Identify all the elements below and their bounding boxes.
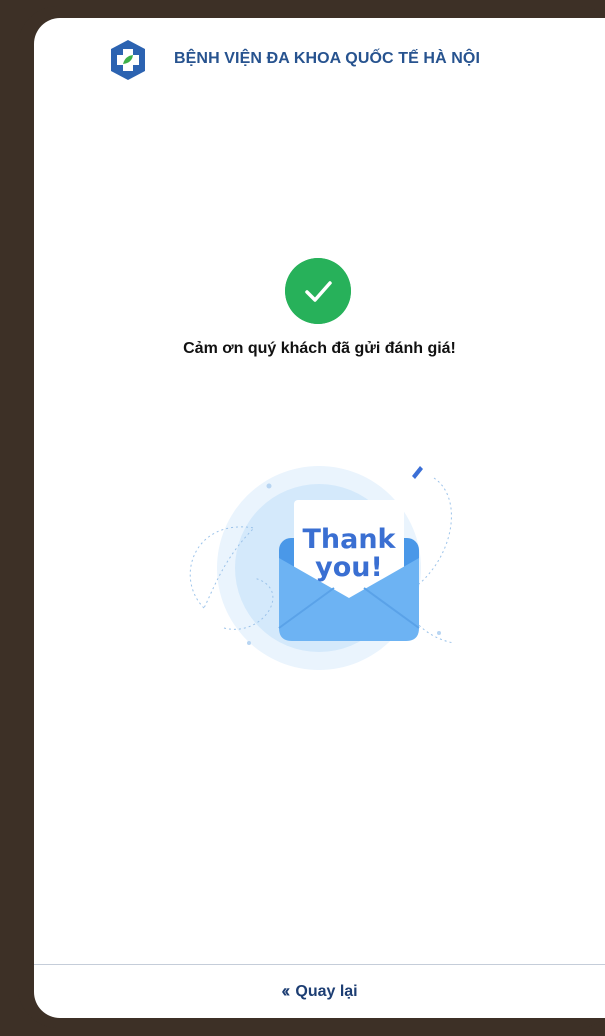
thank-you-envelope-illustration: Thank you!	[189, 466, 455, 670]
double-chevron-left-icon: ‹‹	[281, 981, 290, 1001]
back-button-label: Quay lại	[295, 982, 358, 1000]
card-line-2: you!	[315, 552, 383, 583]
success-check-icon	[285, 258, 351, 324]
app-header: BỆNH VIỆN ĐA KHOA QUỐC TẾ HÀ NỘI	[34, 34, 605, 80]
hospital-name: BỆNH VIỆN ĐA KHOA QUỐC TẾ HÀ NỘI	[174, 50, 481, 67]
thank-you-message: Cảm ơn quý khách đã gửi đánh giá!	[183, 340, 456, 357]
app-screen: BỆNH VIỆN ĐA KHOA QUỐC TẾ HÀ NỘI Cảm ơn …	[34, 18, 605, 1018]
pencil-shape	[412, 466, 423, 479]
back-button[interactable]: ‹‹ Quay lại	[34, 965, 605, 1018]
hospital-logo-icon	[111, 40, 145, 80]
card-line-1: Thank	[302, 524, 396, 555]
